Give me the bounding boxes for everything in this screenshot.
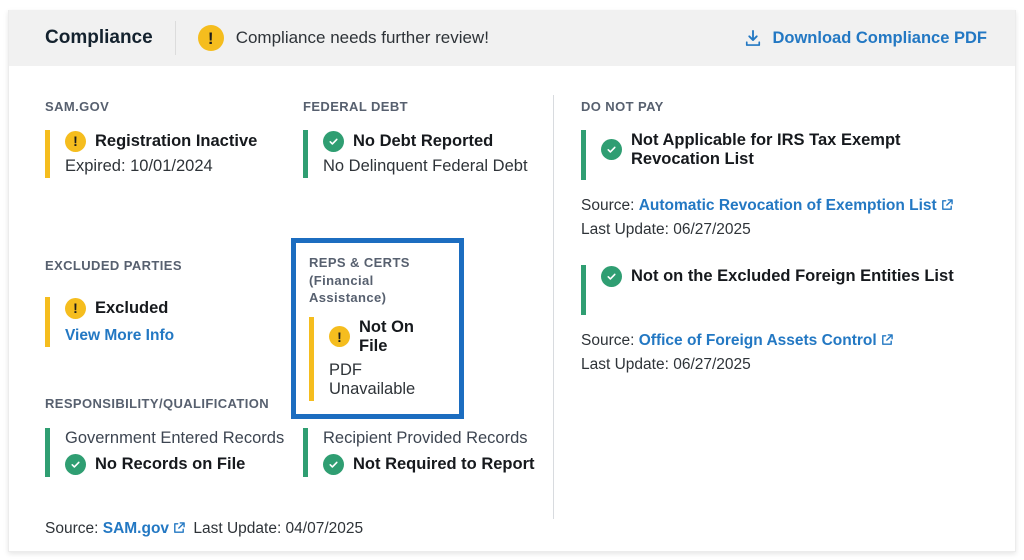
excluded-parties-status: Excluded [95,299,168,318]
compliance-alert: ! Compliance needs further review! [198,25,489,51]
reps-certs-status: Not On File [359,318,446,356]
ofac-last-update: Last Update: 06/27/2025 [581,356,993,374]
check-icon [323,454,344,475]
irs-tax-exempt-item: Not Applicable for IRS Tax Exempt Revoca… [581,130,993,180]
check-icon [323,131,344,152]
download-label: Download Compliance PDF [772,29,987,48]
source-prefix: Source: [581,332,634,349]
automatic-revocation-link[interactable]: Automatic Revocation of Exemption List [639,197,937,214]
section-do-not-pay: DO NOT PAY Not Applicable for IRS Tax Ex… [581,98,993,374]
external-link-icon [880,333,894,347]
warning-icon: ! [65,131,86,152]
federal-debt-status-item: No Debt Reported No Delinquent Federal D… [303,130,553,178]
irs-last-update: Last Update: 06/27/2025 [581,221,993,239]
download-icon [743,28,763,48]
sam-gov-detail: Expired: 10/01/2024 [65,157,295,176]
download-compliance-pdf-button[interactable]: Download Compliance PDF [743,28,987,48]
header-divider [175,21,176,55]
reps-certs-detail: PDF Unavailable [329,361,446,399]
recipient-provided-records-item: Recipient Provided Records Not Required … [303,428,549,477]
irs-source-line: Source: Automatic Revocation of Exemptio… [581,197,993,215]
section-sam-gov: SAM.GOV ! Registration Inactive Expired:… [45,98,295,178]
government-entered-records-title: Government Entered Records [65,429,291,448]
responsibility-label: RESPONSIBILITY/QUALIFICATION [45,395,553,413]
reps-certs-label: REPS & CERTS [309,254,446,272]
government-entered-records-status: No Records on File [95,455,245,474]
federal-debt-status: No Debt Reported [353,132,493,151]
column-divider [553,95,554,519]
source-prefix: Source: [581,197,634,214]
federal-debt-detail: No Delinquent Federal Debt [323,157,553,176]
excluded-parties-label: EXCLUDED PARTIES [45,257,285,275]
reps-certs-sublabel: (Financial Assistance) [309,272,446,307]
compliance-panel: Compliance ! Compliance needs further re… [8,10,1016,552]
reps-certs-highlight-box: REPS & CERTS (Financial Assistance) ! No… [291,238,464,419]
alert-text: Compliance needs further review! [236,28,489,48]
check-icon [601,139,622,160]
view-more-info-link[interactable]: View More Info [65,327,174,345]
reps-certs-status-item: ! Not On File PDF Unavailable [309,317,446,401]
sam-gov-source-link[interactable]: SAM.gov [103,520,169,537]
ofac-link[interactable]: Office of Foreign Assets Control [639,332,877,349]
check-icon [601,266,622,287]
sam-gov-status: Registration Inactive [95,132,257,151]
excluded-parties-status-item: ! Excluded View More Info [45,297,285,347]
external-link-icon [172,521,186,535]
recipient-provided-records-title: Recipient Provided Records [323,429,549,448]
section-responsibility-qualification: RESPONSIBILITY/QUALIFICATION Government … [45,395,553,477]
foreign-entities-status: Not on the Excluded Foreign Entities Lis… [631,267,954,286]
warning-icon: ! [329,326,350,347]
page-title: Compliance [45,27,153,49]
irs-tax-exempt-status: Not Applicable for IRS Tax Exempt Revoca… [631,131,993,169]
federal-debt-label: FEDERAL DEBT [303,98,553,116]
sam-gov-label: SAM.GOV [45,98,295,116]
section-federal-debt: FEDERAL DEBT No Debt Reported No Delinqu… [303,98,553,178]
check-icon [65,454,86,475]
external-link-icon [940,198,954,212]
foreign-entities-item: Not on the Excluded Foreign Entities Lis… [581,265,993,315]
warning-icon: ! [198,25,224,51]
panel-header: Compliance ! Compliance needs further re… [9,10,1015,66]
sam-gov-status-item: ! Registration Inactive Expired: 10/01/2… [45,130,295,178]
recipient-provided-records-status: Not Required to Report [353,455,535,474]
source-prefix: Source: [45,520,98,537]
footer-source-line: Source: SAM.gov Last Update: 04/07/2025 [45,520,363,538]
do-not-pay-label: DO NOT PAY [581,98,993,116]
warning-icon: ! [65,298,86,319]
footer-last-update: Last Update: 04/07/2025 [193,520,363,537]
ofac-source-line: Source: Office of Foreign Assets Control [581,332,993,350]
government-entered-records-item: Government Entered Records No Records on… [45,428,291,477]
section-excluded-parties: EXCLUDED PARTIES ! Excluded View More In… [45,257,285,347]
